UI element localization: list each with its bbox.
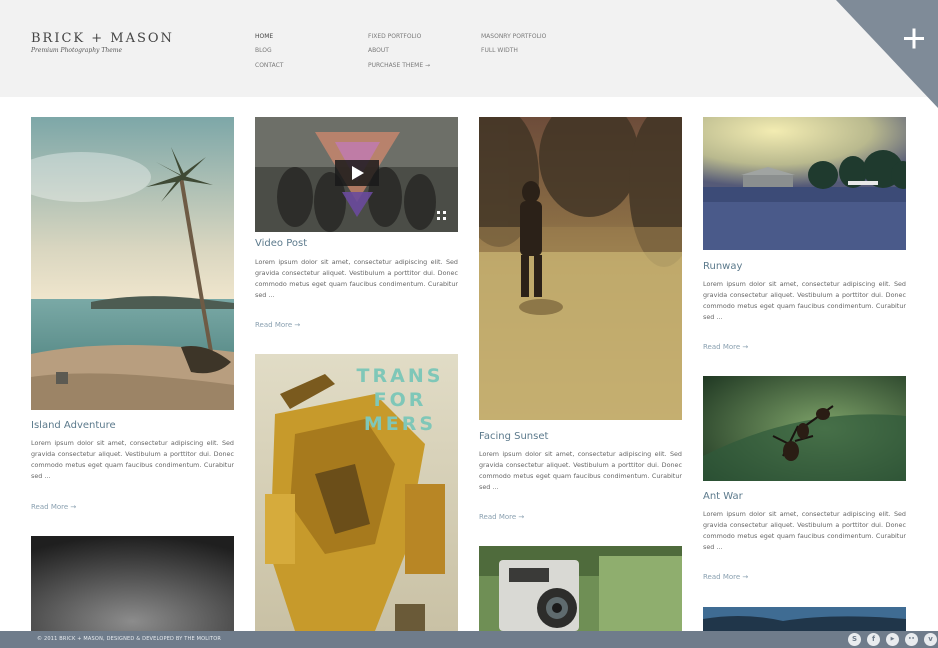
post-image-facing-sunset[interactable] bbox=[479, 117, 682, 420]
site-logo[interactable]: Brick + Mason bbox=[31, 31, 174, 46]
vimeo-icon[interactable]: v bbox=[924, 633, 937, 646]
read-more-facing-sunset[interactable]: Read More → bbox=[479, 513, 524, 521]
plus-corner-button[interactable] bbox=[818, 0, 938, 108]
read-more-island-adventure[interactable]: Read More → bbox=[31, 503, 76, 511]
post-excerpt-video-post: Lorem ipsum dolor sit amet, consectetur … bbox=[255, 258, 458, 299]
post-excerpt-runway: Lorem ipsum dolor sit amet, consectetur … bbox=[703, 280, 906, 321]
post-title-ant-war[interactable]: Ant War bbox=[703, 491, 743, 502]
read-more-ant-war[interactable]: Read More → bbox=[703, 573, 748, 581]
nav-masonry-portfolio[interactable]: Masonry Portfolio bbox=[481, 33, 546, 40]
post-image-island-adventure[interactable] bbox=[31, 117, 234, 410]
post-image-transformers[interactable]: TRANS FOR MERS bbox=[255, 354, 458, 631]
post-image-runway[interactable] bbox=[703, 117, 906, 250]
nav-blog[interactable]: Blog bbox=[255, 47, 272, 54]
post-image-ant-war[interactable] bbox=[703, 376, 906, 481]
read-more-runway[interactable]: Read More → bbox=[703, 343, 748, 351]
nav-full-width[interactable]: Full Width bbox=[481, 47, 518, 54]
post-title-runway[interactable]: Runway bbox=[703, 261, 742, 272]
post-excerpt-ant-war: Lorem ipsum dolor sit amet, consectetur … bbox=[703, 510, 906, 551]
post-image-video-post[interactable] bbox=[255, 117, 458, 232]
skype-icon[interactable]: S bbox=[848, 633, 861, 646]
flickr-icon[interactable]: •• bbox=[905, 633, 918, 646]
post-image-dark-gradient[interactable] bbox=[31, 536, 234, 631]
facebook-icon[interactable]: f bbox=[867, 633, 880, 646]
site-header: Brick + Mason Premium Photography Theme … bbox=[0, 0, 938, 97]
nav-about[interactable]: About bbox=[368, 47, 389, 54]
poster-lettering: TRANS FOR MERS bbox=[356, 365, 444, 435]
site-footer: © 2011 Brick + Mason, Designed & Develop… bbox=[0, 631, 938, 648]
youtube-icon[interactable]: ▶ bbox=[886, 633, 899, 646]
plus-icon bbox=[836, 0, 938, 108]
nav-purchase-theme[interactable]: Purchase Theme → bbox=[368, 62, 430, 69]
nav-home[interactable]: Home bbox=[255, 33, 273, 40]
site-tagline: Premium Photography Theme bbox=[31, 47, 123, 54]
footer-copyright: © 2011 Brick + Mason, Designed & Develop… bbox=[37, 636, 222, 642]
post-title-video-post[interactable]: Video Post bbox=[255, 238, 307, 249]
post-image-camera[interactable] bbox=[479, 546, 682, 631]
post-excerpt-island-adventure: Lorem ipsum dolor sit amet, consectetur … bbox=[31, 439, 234, 480]
post-excerpt-facing-sunset: Lorem ipsum dolor sit amet, consectetur … bbox=[479, 450, 682, 491]
post-title-facing-sunset[interactable]: Facing Sunset bbox=[479, 431, 548, 442]
post-image-blue-landscape[interactable] bbox=[703, 607, 906, 631]
read-more-video-post[interactable]: Read More → bbox=[255, 321, 300, 329]
nav-fixed-portfolio[interactable]: Fixed Portfolio bbox=[368, 33, 421, 40]
nav-contact[interactable]: Contact bbox=[255, 62, 283, 69]
post-title-island-adventure[interactable]: Island Adventure bbox=[31, 420, 116, 431]
